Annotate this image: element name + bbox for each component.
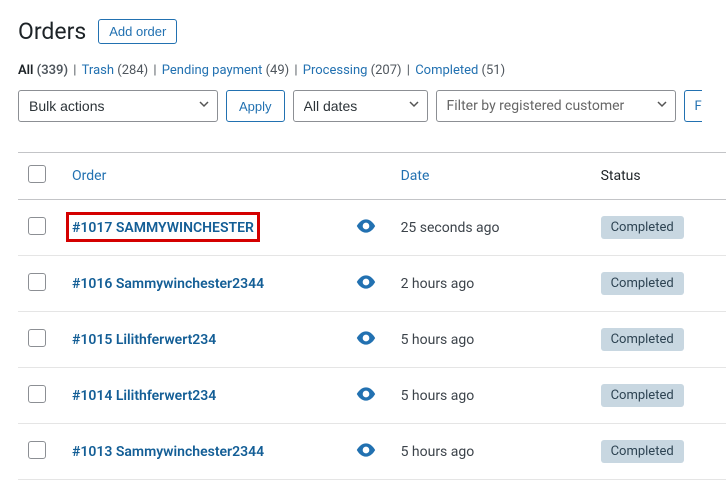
filter-count: (51) xyxy=(482,63,506,78)
order-link[interactable]: #1015 Lilithferwert234 xyxy=(72,332,216,348)
filter-count: (284) xyxy=(117,63,148,78)
order-link[interactable]: #1014 Lilithferwert234 xyxy=(72,388,216,404)
bulk-actions-select[interactable]: Bulk actions xyxy=(18,90,218,122)
row-checkbox[interactable] xyxy=(28,441,46,459)
orders-table: Order Date Status #1017 SAMMYWINCHESTER 2… xyxy=(18,152,726,480)
table-row: #1017 SAMMYWINCHESTER 25 seconds ago Compl… xyxy=(18,200,726,256)
filter-link-trash[interactable]: Trash (284) xyxy=(82,63,149,78)
filter-count: (49) xyxy=(266,63,290,78)
select-all-checkbox[interactable] xyxy=(28,165,46,183)
order-link[interactable]: #1017 SAMMYWINCHESTER xyxy=(72,220,254,236)
order-link[interactable]: #1016 Sammywinchester2344 xyxy=(72,276,264,292)
status-badge: Completed xyxy=(601,272,684,295)
apply-button[interactable]: Apply xyxy=(226,90,285,122)
order-date: 25 seconds ago xyxy=(391,200,591,256)
order-date: 5 hours ago xyxy=(391,424,591,480)
filter-count: (339) xyxy=(37,63,68,78)
order-date: 2 hours ago xyxy=(391,256,591,312)
order-link[interactable]: #1013 Sammywinchester2344 xyxy=(72,444,264,460)
table-row: #1015 Lilithferwert234 5 hours ago Complet… xyxy=(18,312,726,368)
table-row: #1013 Sammywinchester2344 5 hours ago Comp… xyxy=(18,424,726,480)
date-filter-select[interactable]: All dates xyxy=(293,90,428,122)
row-checkbox[interactable] xyxy=(28,217,46,235)
status-badge: Completed xyxy=(601,440,684,463)
order-date: 5 hours ago xyxy=(391,368,591,424)
filter-link-all: All (339) xyxy=(18,63,68,78)
order-date: 5 hours ago xyxy=(391,312,591,368)
filter-link-pending-payment[interactable]: Pending payment (49) xyxy=(162,63,289,78)
add-order-button[interactable]: Add order xyxy=(98,19,177,44)
filter-count: (207) xyxy=(371,63,402,78)
eye-icon[interactable] xyxy=(356,387,376,401)
status-badge: Completed xyxy=(601,384,684,407)
filter-link-processing[interactable]: Processing (207) xyxy=(303,63,402,78)
filter-button[interactable]: Filter xyxy=(684,90,702,122)
row-checkbox[interactable] xyxy=(28,273,46,291)
eye-icon[interactable] xyxy=(356,219,376,233)
table-row: #1016 Sammywinchester2344 2 hours ago Comp… xyxy=(18,256,726,312)
eye-icon[interactable] xyxy=(356,275,376,289)
column-header-status: Status xyxy=(591,153,726,200)
eye-icon[interactable] xyxy=(356,331,376,345)
customer-filter-combo[interactable]: Filter by registered customer xyxy=(436,90,676,122)
eye-icon[interactable] xyxy=(356,443,376,457)
table-row: #1014 Lilithferwert234 5 hours ago Complet… xyxy=(18,368,726,424)
filter-link-completed[interactable]: Completed (51) xyxy=(415,63,505,78)
column-header-order[interactable]: Order xyxy=(62,153,341,200)
status-filter-links: All (339) | Trash (284) | Pending paymen… xyxy=(18,63,726,78)
status-badge: Completed xyxy=(601,328,684,351)
page-title: Orders xyxy=(18,18,86,45)
row-checkbox[interactable] xyxy=(28,329,46,347)
row-checkbox[interactable] xyxy=(28,385,46,403)
column-header-date[interactable]: Date xyxy=(391,153,591,200)
customer-filter-placeholder: Filter by registered customer xyxy=(447,98,625,114)
status-badge: Completed xyxy=(601,216,684,239)
